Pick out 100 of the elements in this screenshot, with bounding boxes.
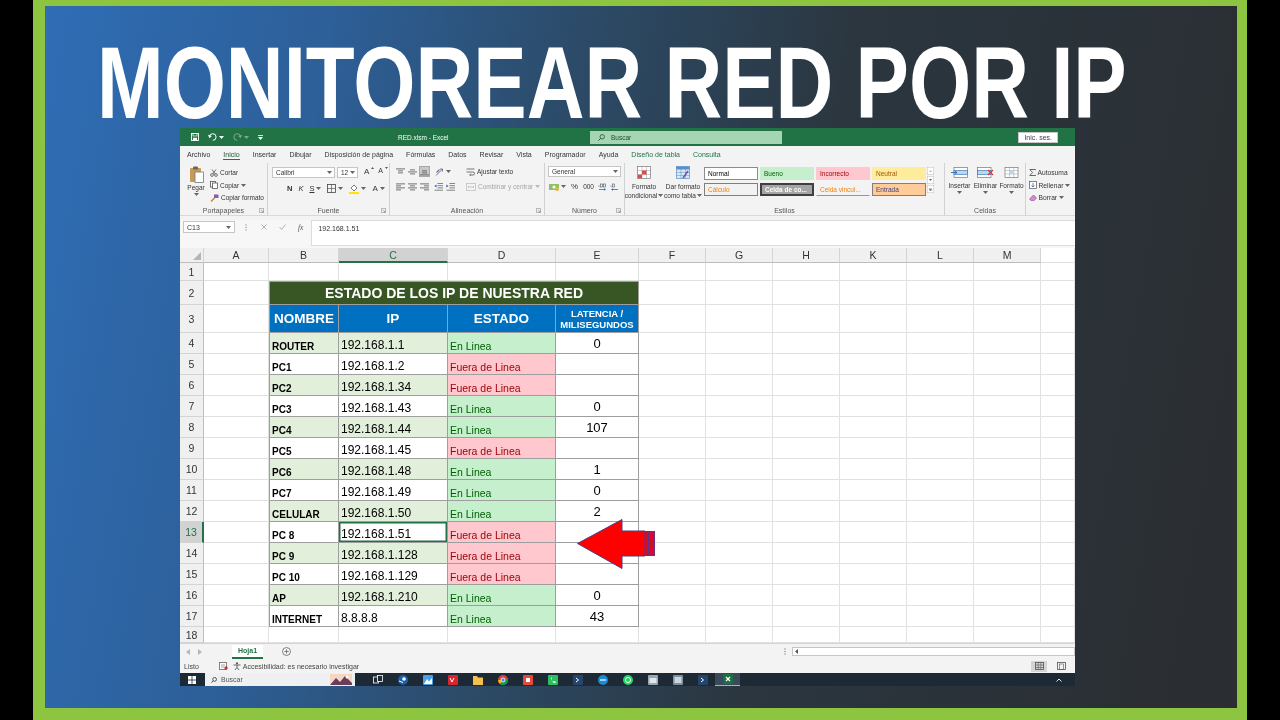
percent-button[interactable]: % [570,181,580,192]
column-label[interactable]: M [974,248,1041,263]
dialog-launcher-icon[interactable] [259,207,264,213]
caret-down-icon [385,167,388,169]
column-label[interactable]: L [907,248,974,263]
align-bottom-button[interactable] [419,166,430,177]
row-number[interactable]: 3 [180,305,204,333]
table-cell: 192.168.1.49 [339,480,448,501]
currency-icon [549,182,559,191]
caret-up-icon [371,167,375,169]
table-cell: 192.168.1.129 [339,564,448,585]
windows-logo-icon[interactable] [188,675,196,684]
table-format-icon [676,166,690,179]
check-icon[interactable] [279,224,286,230]
column-label[interactable]: E [556,248,639,263]
caret-icon [361,187,367,190]
column-label[interactable]: H [773,248,840,263]
row-number[interactable]: 9 [180,438,204,459]
page-layout-icon [1056,662,1066,670]
orientation-button[interactable] [434,166,452,177]
column-label[interactable]: B [269,248,339,263]
row-number[interactable]: 2 [180,281,204,305]
indent-decrease-icon[interactable] [434,182,443,191]
fill-color-button[interactable] [348,183,368,194]
tile-app-icon [447,674,458,685]
decrease-decimal-icon[interactable] [610,182,619,191]
row-number[interactable]: 14 [180,543,204,564]
table-cell: 2 [556,501,639,522]
terminal-icon [572,674,583,685]
scissors-icon [210,168,218,177]
status-cell: Fuera de Linea [448,375,556,396]
clipboard-icon [188,166,204,183]
gallery-more-icon[interactable] [927,185,934,193]
column-label[interactable]: A [204,248,269,263]
brush-icon [210,193,219,202]
save-icon[interactable] [191,133,199,141]
dialog-launcher-icon[interactable] [381,207,386,213]
round-app-icon [597,674,608,685]
customize-icon[interactable] [258,134,263,140]
status-cell: Fuera de Linea [448,522,556,543]
table-cell: 8.8.8.8 [339,606,448,627]
status-cell: En Linea [448,396,556,417]
currency-button[interactable] [548,181,567,192]
gallery-down-icon[interactable] [927,176,934,184]
table-cell: 0 [556,480,639,501]
font-color-button[interactable]: A [371,183,386,194]
row-number[interactable]: 15 [180,564,204,585]
normal-view-icon [1034,662,1044,670]
column-label[interactable]: F [639,248,706,263]
row-number[interactable]: 12 [180,501,204,522]
table-cell: CELULAR [269,501,339,522]
row-number[interactable]: 4 [180,333,204,354]
table-cell: 43 [556,606,639,627]
dialog-launcher-icon[interactable] [616,207,621,213]
row-number[interactable]: 8 [180,417,204,438]
row-number[interactable]: 1 [180,263,204,281]
table-cell: PC5 [269,438,339,459]
chat-icon [622,674,633,685]
slanted-text-icon [435,167,444,176]
borders-button[interactable] [326,183,345,194]
caret-icon [379,187,385,190]
undo-icon[interactable] [208,133,217,141]
borders-icon [327,184,337,193]
table-cell: PC2 [269,375,339,396]
caret-icon [241,183,247,187]
table-cell: 0 [556,333,639,354]
add-sheet-icon[interactable] [282,647,292,656]
table-cell: PC 10 [269,564,339,585]
macro-record-icon[interactable] [218,662,228,670]
row-number[interactable]: 7 [180,396,204,417]
window-app-icon [647,674,658,685]
dialog-launcher-icon[interactable] [536,207,541,213]
caret-icon [226,225,231,229]
indent-increase-icon[interactable] [446,182,455,191]
row-number[interactable]: 5 [180,354,204,375]
column-label[interactable]: C [339,248,448,263]
row-number[interactable]: 17 [180,606,204,627]
cancel-icon[interactable] [261,224,267,230]
table-cell: 192.168.1.34 [339,375,448,396]
wrap-text-icon [466,167,475,176]
row-number[interactable]: 6 [180,375,204,396]
row-number[interactable]: 16 [180,585,204,606]
taskbar-button[interactable] [715,673,740,686]
horizontal-scrollbar[interactable] [792,647,1075,656]
table-cell: 192.168.1.45 [339,438,448,459]
row-number[interactable]: 11 [180,480,204,501]
view-button[interactable] [1031,660,1047,672]
select-all-icon [193,252,201,260]
chevron-up-icon[interactable] [1056,677,1062,682]
row-number[interactable]: 13 [180,522,204,543]
row-number[interactable]: 10 [180,459,204,480]
column-label[interactable]: G [706,248,773,263]
row-number[interactable]: 18 [180,627,204,643]
table-cell: 192.168.1.128 [339,543,448,564]
table-title: ESTADO DE LOS IP DE NUESTRA RED [269,281,639,305]
increase-decimal-icon[interactable] [598,182,607,191]
column-label[interactable]: D [448,248,556,263]
scroll-left-icon[interactable] [795,649,798,654]
grow-font-button[interactable]: A [363,167,376,178]
column-label[interactable]: K [840,248,907,263]
